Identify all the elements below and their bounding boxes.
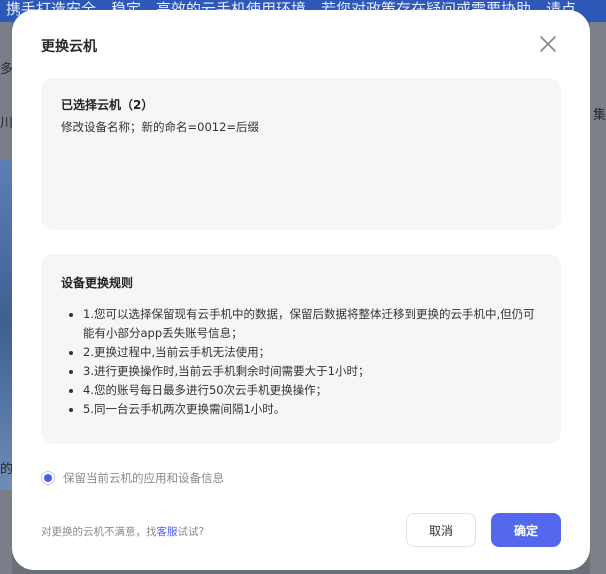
replace-device-dialog: 更换云机 已选择云机（2） 修改设备名称；新的命名=0012=后缀 设备更换规则… (12, 10, 590, 570)
keep-data-option[interactable]: 保留当前云机的应用和设备信息 (41, 470, 224, 486)
background-thumbnail (0, 160, 12, 490)
close-icon (540, 36, 556, 52)
selected-devices-panel: 已选择云机（2） 修改设备名称；新的命名=0012=后缀 (41, 78, 561, 230)
support-note-prefix: 对更换的云机不满意，找 (41, 526, 157, 538)
customer-service-link[interactable]: 客服 (157, 526, 178, 538)
background-text-fragment: 集 (592, 108, 606, 123)
rule-item: 2.更换过程中,当前云手机无法使用； (83, 343, 541, 362)
support-note: 对更换的云机不满意，找客服试试? (41, 524, 204, 539)
cancel-button[interactable]: 取消 (406, 513, 476, 547)
replacement-rules-panel: 设备更换规则 1.您可以选择保留现有云手机中的数据，保留后数据将整体迁移到更换的… (41, 254, 561, 444)
rule-item: 5.同一台云手机两次更换需间隔1小时。 (83, 400, 541, 419)
rename-description: 修改设备名称；新的命名=0012=后缀 (61, 120, 260, 134)
close-button[interactable] (538, 34, 558, 54)
rule-item: 3.进行更换操作时,当前云手机剩余时间需要大于1小时； (83, 362, 541, 381)
confirm-button[interactable]: 确定 (491, 513, 561, 547)
dialog-title: 更换云机 (41, 39, 97, 55)
keep-data-radio[interactable] (41, 471, 55, 485)
keep-data-label: 保留当前云机的应用和设备信息 (63, 471, 224, 485)
rule-item: 1.您可以选择保留现有云手机中的数据，保留后数据将整体迁移到更换的云手机中,但仍… (83, 305, 541, 343)
radio-selected-dot (44, 474, 52, 482)
rules-title: 设备更换规则 (61, 276, 134, 290)
support-note-suffix: 试试? (177, 526, 205, 538)
selected-devices-title: 已选择云机（2） (61, 98, 154, 112)
rules-list: 1.您可以选择保留现有云手机中的数据，保留后数据将整体迁移到更换的云手机中,但仍… (61, 305, 541, 419)
rule-item: 4.您的账号每日最多进行50次云手机更换操作； (83, 381, 541, 400)
